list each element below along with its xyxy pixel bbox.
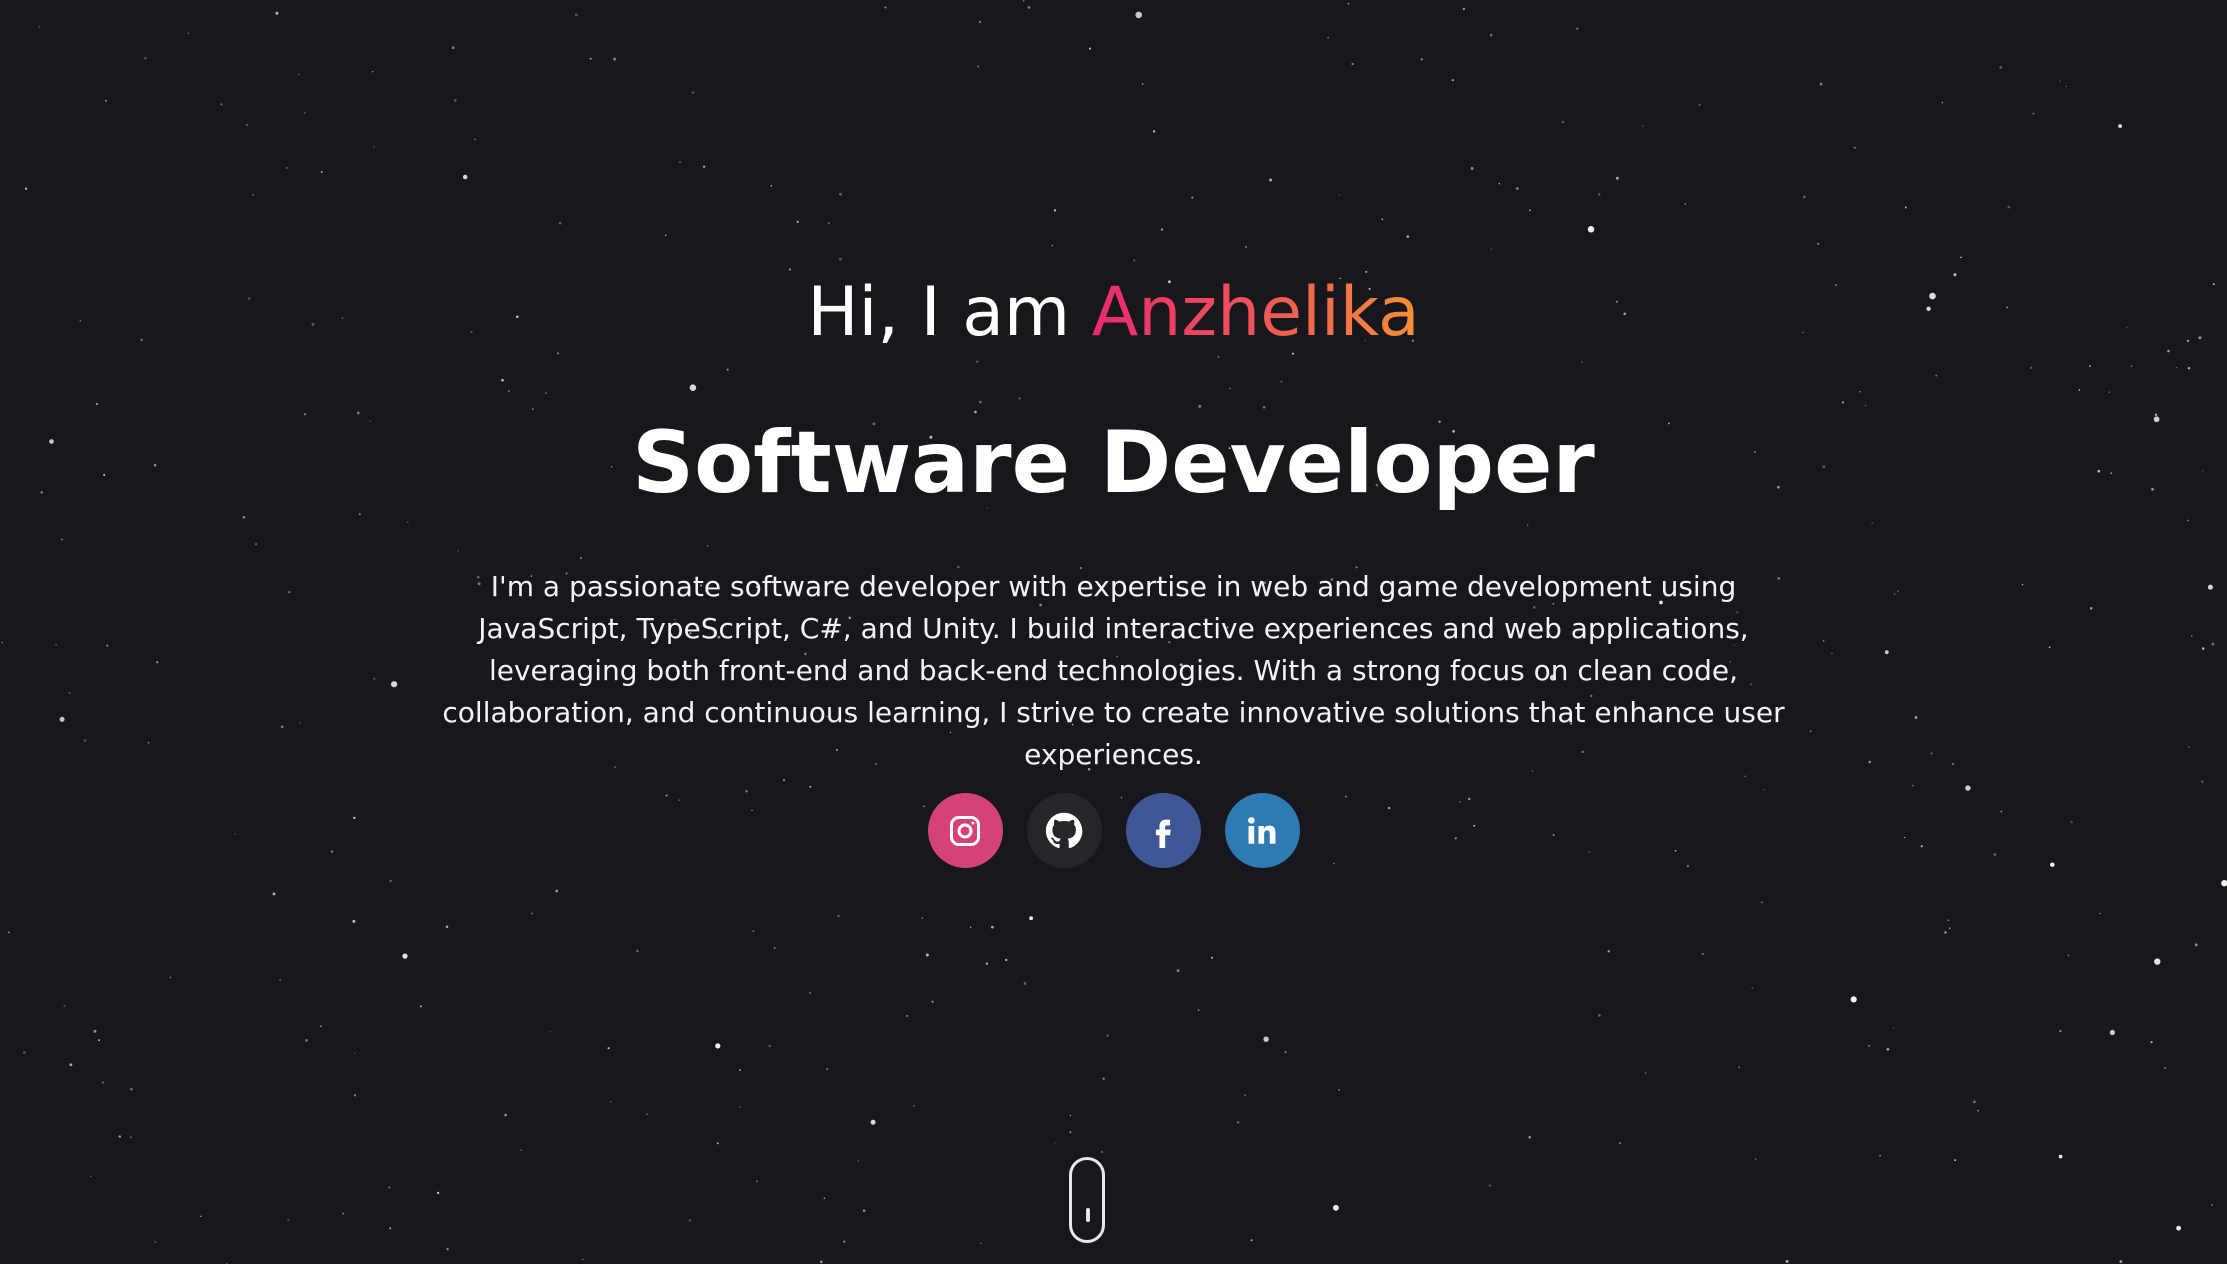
social-links — [0, 793, 2227, 868]
linkedin-link[interactable] — [1224, 793, 1300, 868]
facebook-link[interactable] — [1125, 793, 1201, 868]
greeting-heading: Hi, I am Anzhelika — [0, 268, 2227, 358]
github-icon — [1045, 812, 1083, 848]
developer-name: Anzhelika — [1091, 273, 1420, 352]
greeting-prefix: Hi, I am — [807, 273, 1092, 352]
role-title: Software Developer — [632, 413, 1595, 513]
mouse-scroll-icon[interactable] — [1069, 1157, 1105, 1243]
instagram-link[interactable] — [927, 793, 1003, 868]
hero-section: Hi, I am Anzhelika Software Developer I'… — [0, 0, 2227, 1264]
instagram-icon — [950, 815, 980, 846]
scroll-wheel — [1086, 1208, 1090, 1222]
facebook-icon — [1155, 819, 1171, 848]
bio-paragraph: I'm a passionate software developer with… — [442, 570, 1785, 771]
github-link[interactable] — [1026, 793, 1102, 868]
linkedin-icon — [1248, 816, 1276, 844]
